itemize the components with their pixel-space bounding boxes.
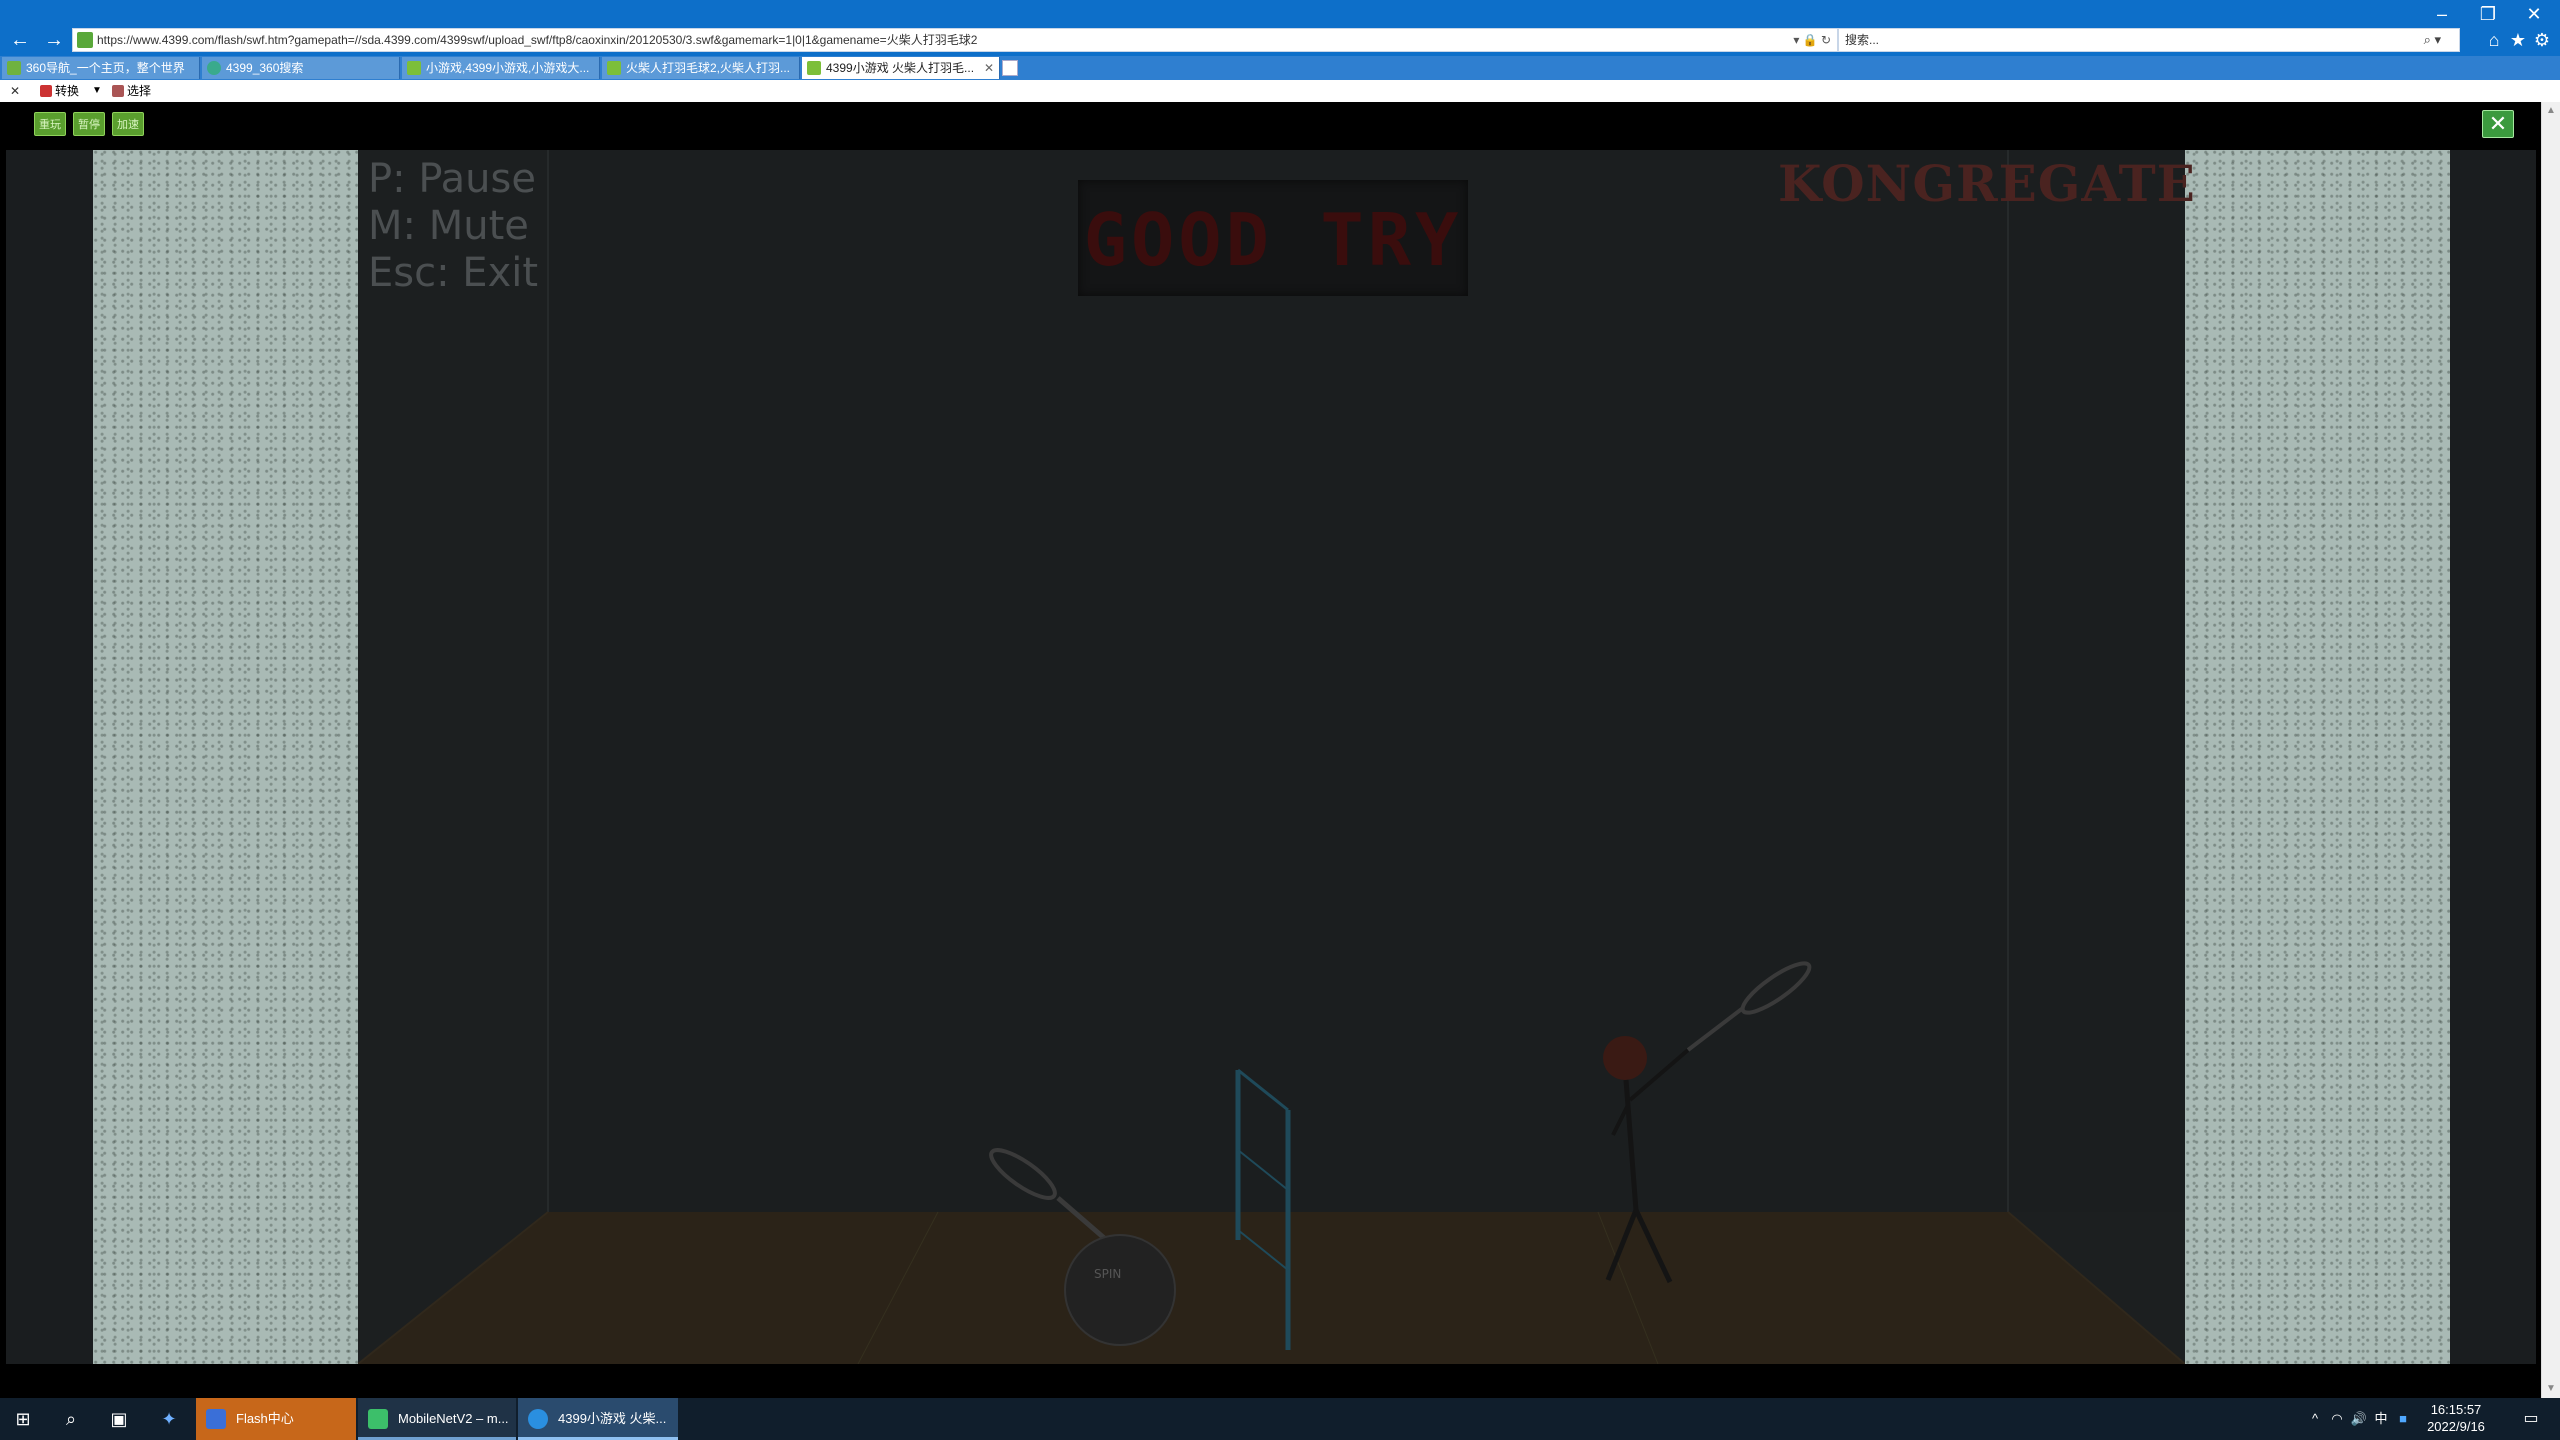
select-icon (112, 85, 124, 97)
ime-mode-icon[interactable]: ■ (2392, 1398, 2414, 1440)
vertical-scrollbar[interactable]: ▲ ▼ (2541, 102, 2560, 1398)
windows-start-icon[interactable]: ⊞ (0, 1398, 46, 1440)
tab-4399-home[interactable]: 小游戏,4399小游戏,小游戏大... (402, 57, 600, 79)
game-court[interactable]: SPIN (358, 150, 2185, 1364)
search-icon[interactable]: ⌕ ▾ (2424, 29, 2441, 51)
pause-button[interactable]: 暂停 (73, 112, 105, 136)
tab-label: 4399小游戏 火柴人打羽毛... (826, 61, 975, 75)
stickman-racket-head (1740, 961, 1812, 1015)
result-banner: GOOD TRY (1078, 180, 1468, 296)
taskbar-app-label: MobileNetV2 – m... (398, 1411, 509, 1426)
chevron-up-icon[interactable]: ^ (2304, 1398, 2326, 1440)
tab-360-search[interactable]: 4399_360搜索 (202, 57, 400, 79)
taskbar-app-pycharm[interactable]: MobileNetV2 – m... (358, 1398, 516, 1440)
notification-icon[interactable]: ▭ (2516, 1398, 2546, 1440)
net-top (1237, 1068, 1289, 1112)
tab-360-nav[interactable]: 360导航_一个主页，整个世界 (2, 57, 200, 79)
tab-favicon-icon (607, 61, 621, 75)
tab-strip: 360导航_一个主页，整个世界 4399_360搜索 小游戏,4399小游戏,小… (0, 56, 2560, 80)
left-racket-head (989, 1148, 1057, 1200)
convert-label: 转换 (55, 84, 80, 98)
convert-button[interactable]: 转换 (40, 80, 79, 102)
result-text: GOOD TRY (1083, 198, 1463, 282)
tab-label: 4399_360搜索 (226, 61, 304, 75)
ime-indicator[interactable]: 中 (2370, 1398, 2392, 1440)
close-window-icon[interactable]: ✕ (2512, 2, 2556, 26)
flash-app-icon (206, 1409, 226, 1429)
court-floor (358, 1212, 2185, 1364)
select-button[interactable]: 选择 (112, 80, 151, 102)
game-close-icon[interactable]: ✕ (2482, 110, 2514, 138)
task-view-icon[interactable]: ▣ (96, 1398, 142, 1440)
tab-close-icon[interactable]: ✕ (984, 57, 994, 79)
restore-icon[interactable]: ❐ (2466, 2, 2510, 26)
minimize-icon[interactable]: – (2420, 2, 2464, 26)
chevron-down-icon[interactable]: ▼ (92, 80, 102, 102)
speed-button[interactable]: 加速 (112, 112, 144, 136)
home-icon[interactable]: ⌂ (2482, 28, 2506, 52)
back-arrow-icon[interactable]: ← (6, 28, 34, 52)
hud-mute-hint: M: Mute (368, 203, 529, 249)
convert-icon (40, 85, 52, 97)
address-tools[interactable]: ▾ 🔒 ↻ (1793, 29, 1831, 51)
taskbar-app-label: 4399小游戏 火柴... (558, 1411, 667, 1426)
tab-favicon-icon (407, 61, 421, 75)
taskbar: ⊞ ⌕ ▣ ✦ Flash中心 MobileNetV2 – m... 4399小… (0, 1398, 2560, 1440)
settings-gear-icon[interactable]: ⚙ (2530, 28, 2554, 52)
hud-exit-hint: Esc: Exit (368, 250, 539, 296)
right-wall (2185, 150, 2450, 1364)
pycharm-app-icon (368, 1409, 388, 1429)
scroll-down-icon[interactable]: ▼ (2542, 1380, 2560, 1398)
hud-pause-hint: P: Pause (368, 156, 536, 202)
search-input[interactable]: 搜索... (1845, 29, 1879, 51)
stickman-racket-handle (1686, 1006, 1745, 1052)
new-tab-icon[interactable] (1002, 60, 1018, 76)
game-scene: SPIN (358, 150, 2185, 1364)
select-label: 选择 (127, 84, 152, 98)
network-icon[interactable]: ◠ (2326, 1398, 2348, 1440)
command-bar: ✕ 转换 ▼ 选择 (0, 80, 2560, 102)
close-icon[interactable]: ✕ (10, 80, 20, 102)
tab-favicon-icon (7, 61, 21, 75)
volume-icon[interactable]: 🔊 (2348, 1398, 2370, 1440)
tab-stickman-badminton[interactable]: 火柴人打羽毛球2,火柴人打羽... (602, 57, 800, 79)
search-icon[interactable]: ⌕ (48, 1398, 94, 1440)
taskbar-app-browser[interactable]: 4399小游戏 火柴... (518, 1398, 678, 1440)
stickman-arm-left (1611, 1104, 1630, 1136)
browser-titlebar: – ❐ ✕ ← → https://www.4399.com/flash/swf… (0, 0, 2560, 56)
search-bar[interactable]: 搜索... ⌕ ▾ (1838, 28, 2460, 52)
taskbar-app-flash[interactable]: Flash中心 (196, 1398, 356, 1440)
ball-label: SPIN (1094, 1267, 1121, 1281)
tab-favicon-icon (207, 61, 221, 75)
forward-arrow-icon[interactable]: → (40, 28, 68, 52)
address-text[interactable]: https://www.4399.com/flash/swf.htm?gamep… (97, 29, 1737, 51)
ie-app-icon (528, 1409, 548, 1429)
tab-favicon-icon (807, 61, 821, 75)
net-mesh (1237, 1149, 1289, 1191)
clock-date[interactable]: 2022/9/16 (2416, 1419, 2496, 1434)
kongregate-logo[interactable]: KONGREGATE (1778, 154, 2196, 213)
stickman-head (1603, 1036, 1647, 1080)
left-wall (93, 150, 358, 1364)
pinned-app-icon[interactable]: ✦ (146, 1398, 192, 1440)
tab-active-game[interactable]: 4399小游戏 火柴人打羽毛... ✕ (802, 57, 1000, 79)
tab-label: 小游戏,4399小游戏,小游戏大... (426, 61, 590, 75)
favorites-star-icon[interactable]: ★ (2506, 28, 2530, 52)
address-bar[interactable]: https://www.4399.com/flash/swf.htm?gamep… (72, 28, 1838, 52)
site-favicon-icon (77, 32, 93, 48)
tab-label: 360导航_一个主页，整个世界 (26, 61, 185, 75)
tab-label: 火柴人打羽毛球2,火柴人打羽... (626, 61, 791, 75)
taskbar-app-label: Flash中心 (236, 1411, 294, 1426)
replay-button[interactable]: 重玩 (34, 112, 66, 136)
ball (1064, 1234, 1176, 1346)
scroll-up-icon[interactable]: ▲ (2542, 102, 2560, 120)
clock-time[interactable]: 16:15:57 (2416, 1402, 2496, 1417)
